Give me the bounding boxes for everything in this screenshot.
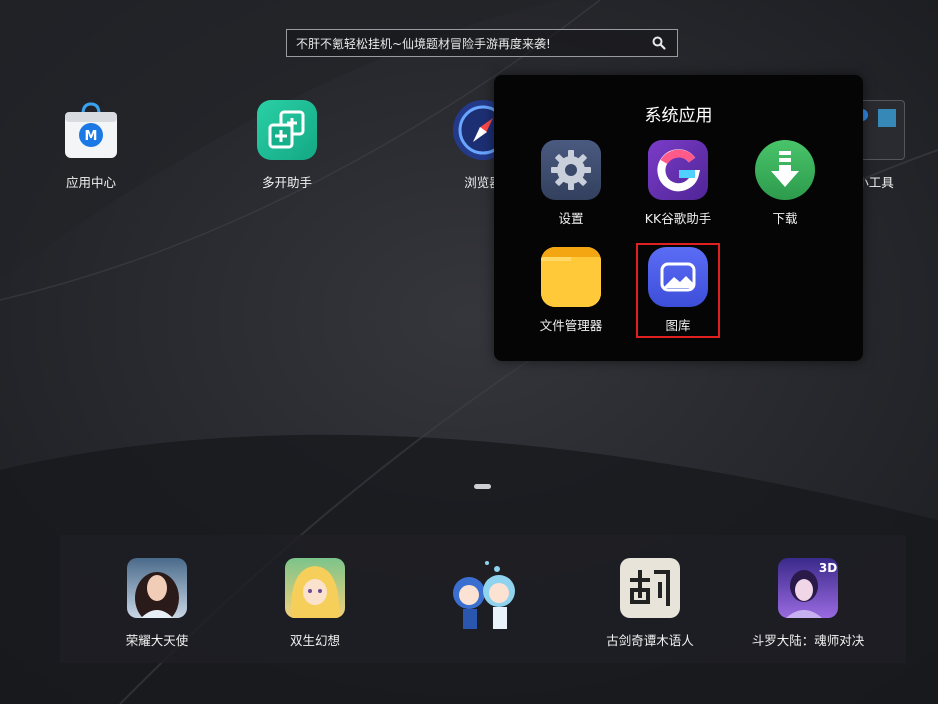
app-label: 古剑奇谭木语人 [606,633,694,648]
multi-instance-helper[interactable]: 多开助手 [227,100,347,191]
gear-icon [541,140,601,200]
kk-google-helper-app[interactable]: KK谷歌助手 [628,140,728,227]
anime-characters-icon [441,553,525,637]
folder-title: 系统应用 [644,106,713,126]
multi-window-icon [257,100,317,160]
gujian-logo-icon [620,558,680,618]
game-portrait-icon [127,558,187,618]
3d-badge: 3D [819,561,837,575]
app-center[interactable]: M 应用中心 [31,100,151,191]
svg-text:M: M [85,129,98,144]
app-label: 应用中心 [65,175,116,190]
dock-app-shuangsheng[interactable]: 双生幻想 [245,558,385,649]
dock-app-gujian[interactable]: 古剑奇谭木语人 [580,558,720,649]
app-label: 双生幻想 [289,633,340,648]
search-text[interactable]: 不肝不氪轻松挂机~仙境题材冒险手游再度来袭! [287,35,651,52]
app-label: 设置 [558,211,584,226]
google-g-icon [648,140,708,200]
dock-app-anime[interactable] [413,553,553,649]
dock: 荣耀大天使 双生幻想 古剑奇谭木语人 3D 斗罗大陆：魂师对决 [60,535,906,663]
app-label: 文件管理器 [539,318,603,333]
search-bar[interactable]: 不肝不氪轻松挂机~仙境题材冒险手游再度来袭! [286,29,678,57]
settings-app[interactable]: 设置 [521,140,621,227]
folder-icon [541,247,601,307]
file-manager-app[interactable]: 文件管理器 [521,247,621,334]
shopping-bag-icon: M [61,100,121,160]
app-label: 斗罗大陆：魂师对决 [751,633,865,648]
app-label: KK谷歌助手 [644,211,712,226]
selection-highlight [636,243,720,338]
douluo-game-icon: 3D [778,558,838,618]
download-app[interactable]: 下载 [735,140,835,227]
app-label: 多开助手 [261,175,312,190]
app-label: 荣耀大天使 [125,633,189,648]
system-apps-folder: 系统应用 设置 KK谷歌助手 下载 文件管理器 图库 [494,75,863,361]
dock-app-douluo[interactable]: 3D 斗罗大陆：魂师对决 [738,558,878,649]
game-character-icon [285,558,345,618]
download-icon [755,140,815,200]
page-indicator[interactable] [474,484,491,489]
search-icon[interactable] [651,35,667,51]
app-label: 下载 [772,211,798,226]
dock-app-rongyao[interactable]: 荣耀大天使 [87,558,227,649]
